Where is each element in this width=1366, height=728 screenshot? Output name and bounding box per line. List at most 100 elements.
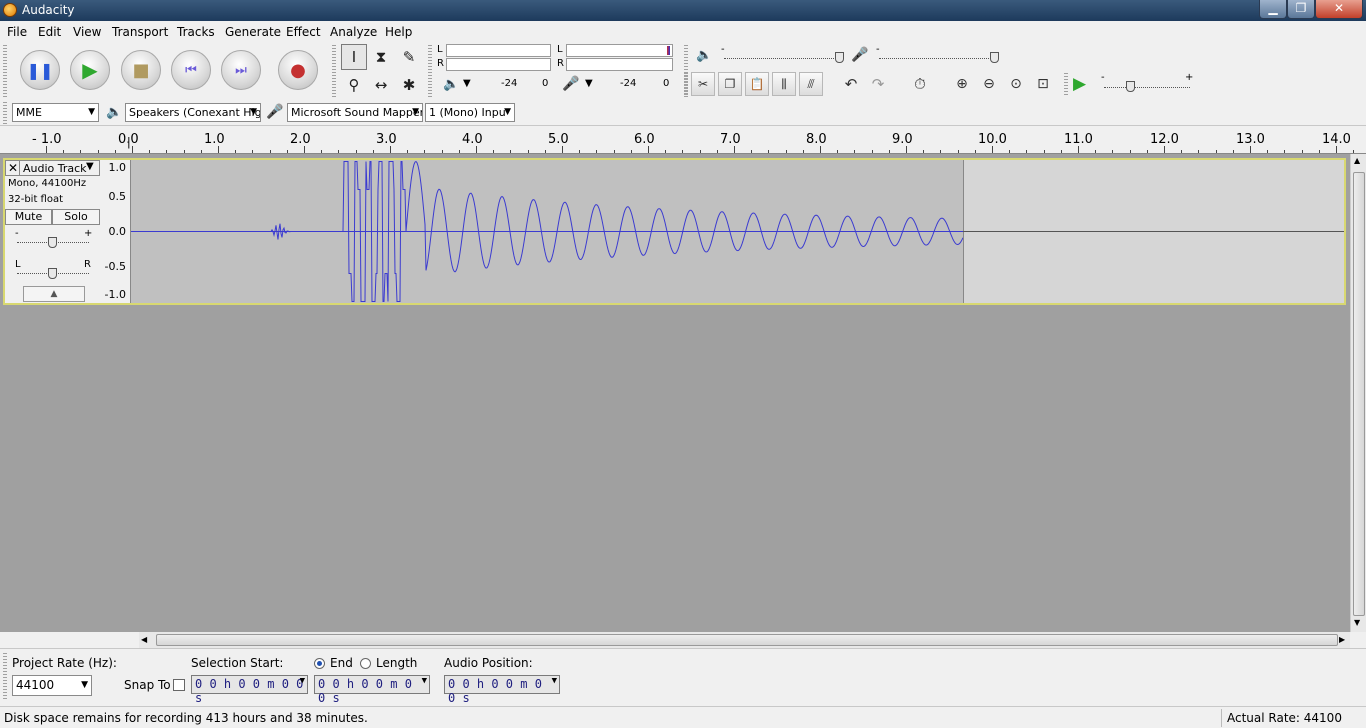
menu-file[interactable]: File	[7, 25, 27, 39]
ruler-minor-tick	[1009, 150, 1011, 153]
ruler-minor-tick	[699, 150, 701, 153]
ruler-minor-tick	[235, 150, 237, 153]
project-rate-select[interactable]: 44100 ▼	[12, 675, 92, 696]
selection-end-time[interactable]: 0 0 h 0 0 m 0 0 s ▼	[314, 675, 430, 705]
solo-button[interactable]: Solo	[52, 209, 100, 225]
end-radio[interactable]	[314, 658, 325, 669]
ruler-minor-tick	[1198, 150, 1200, 153]
chevron-down-icon: ▼	[551, 676, 557, 686]
double-arrow-icon: ↔	[374, 76, 388, 94]
toolbar-grip[interactable]	[684, 73, 688, 97]
menu-analyze[interactable]: Analyze	[330, 25, 377, 39]
selection-tool[interactable]: I	[341, 44, 367, 70]
ruler-minor-tick	[1181, 150, 1183, 153]
play-head-marker-icon[interactable]: ǀ	[127, 135, 131, 149]
timeline-ruler[interactable]: - 1.0 0.0 1.0 2.0 3.0 4.0 5.0 6.0 7.0 8.0 9.0 10.0 1…	[0, 127, 1366, 154]
zoom-tool[interactable]: ⚲	[341, 72, 367, 98]
track-menu-arrow-icon[interactable]: ▼	[86, 161, 94, 172]
envelope-tool[interactable]: ⧗	[368, 44, 394, 70]
minimize-button[interactable]: ▁	[1259, 0, 1287, 19]
input-device-microphone-icon: 🎤	[266, 104, 284, 120]
zoom-in-button[interactable]: ⊕	[950, 72, 974, 96]
paste-button[interactable]: 📋	[745, 72, 769, 96]
fit-project-button[interactable]: ⊡	[1031, 72, 1055, 96]
scroll-left-icon[interactable]: ◀	[141, 635, 147, 644]
draw-tool[interactable]: ✎	[396, 44, 422, 70]
record-button[interactable]: ●	[278, 50, 318, 90]
toolbar-grip[interactable]	[3, 45, 7, 97]
play-button[interactable]: ▶	[70, 50, 110, 90]
undo-button[interactable]: ↶	[839, 72, 863, 96]
ruler-minor-tick	[802, 150, 804, 153]
length-radio[interactable]	[360, 658, 371, 669]
playback-meter-right[interactable]	[446, 58, 551, 71]
toolbar-grip[interactable]	[332, 45, 336, 97]
menu-transport[interactable]: Transport	[112, 25, 168, 39]
menu-help[interactable]: Help	[385, 25, 412, 39]
toolbar-grip[interactable]	[3, 102, 7, 124]
play-speed-slider[interactable]	[1104, 87, 1190, 88]
scroll-right-icon[interactable]: ▶	[1339, 635, 1345, 644]
menu-view[interactable]: View	[73, 25, 101, 39]
record-meter-menu-arrow-icon[interactable]: ▼	[585, 78, 593, 89]
ruler-tick-label: 2.0	[290, 132, 311, 147]
play-at-speed-icon[interactable]: ▶	[1073, 74, 1086, 94]
output-volume-thumb[interactable]	[835, 52, 844, 63]
fit-selection-button[interactable]: ⊙	[1004, 72, 1028, 96]
vertical-scroll-thumb[interactable]	[1353, 172, 1365, 616]
toolbar-grip[interactable]	[1064, 73, 1068, 97]
vertical-scrollbar[interactable]: ▲ ▼	[1350, 154, 1366, 632]
pan-slider-thumb[interactable]	[48, 268, 57, 279]
skip-end-button[interactable]: ⏭	[221, 50, 261, 90]
scroll-up-icon[interactable]: ▲	[1354, 156, 1360, 165]
maximize-button[interactable]: ❐	[1287, 0, 1315, 19]
output-volume-slider[interactable]	[724, 58, 844, 59]
toolbar-grip[interactable]	[428, 45, 432, 97]
ruler-minor-tick	[613, 150, 615, 153]
record-meter-right[interactable]	[566, 58, 673, 71]
trim-button[interactable]: ⫼	[772, 72, 796, 96]
mute-button[interactable]: Mute	[5, 209, 52, 225]
close-button[interactable]: ✕	[1315, 0, 1363, 19]
ruler-major-tick	[476, 146, 477, 153]
horizontal-scroll-thumb[interactable]	[156, 634, 1338, 646]
zoom-out-button[interactable]: ⊖	[977, 72, 1001, 96]
cut-button[interactable]: ✂	[691, 72, 715, 96]
toolbar-grip[interactable]	[3, 653, 7, 701]
time-shift-tool[interactable]: ↔	[368, 72, 394, 98]
selection-toolbar: Project Rate (Hz): 44100 ▼ Snap To Select…	[0, 648, 1366, 706]
audio-position-time[interactable]: 0 0 h 0 0 m 0 0 s ▼	[444, 675, 560, 705]
menu-effect[interactable]: Effect	[286, 25, 321, 39]
input-channels-select[interactable]: 1 (Mono) Inpu ▼	[425, 103, 515, 122]
multi-tool[interactable]: ✱	[396, 72, 422, 98]
horizontal-scrollbar[interactable]: ◀ ▶	[139, 632, 1350, 648]
track-close-icon[interactable]: ✕	[8, 161, 18, 175]
gain-slider-thumb[interactable]	[48, 237, 57, 248]
copy-button[interactable]: ❐	[718, 72, 742, 96]
input-volume-thumb[interactable]	[990, 52, 999, 63]
sync-lock-button[interactable]: ⏱	[908, 72, 932, 96]
silence-button[interactable]: ⫻	[799, 72, 823, 96]
menu-generate[interactable]: Generate	[225, 25, 281, 39]
menu-tracks[interactable]: Tracks	[177, 25, 215, 39]
playback-meter-menu-arrow-icon[interactable]: ▼	[463, 78, 471, 89]
input-volume-slider[interactable]	[879, 58, 999, 59]
redo-button[interactable]: ↷	[866, 72, 890, 96]
vertical-ruler[interactable]: 1.0 0.5 0.0 -0.5 -1.0	[100, 160, 131, 303]
skip-start-button[interactable]: ⏮	[171, 50, 211, 90]
ruler-tick-label: 4.0	[462, 132, 483, 147]
input-device-select[interactable]: Microsoft Sound Mapper ▼	[287, 103, 423, 122]
play-speed-thumb[interactable]	[1126, 81, 1135, 92]
scroll-down-icon[interactable]: ▼	[1354, 618, 1360, 627]
selection-start-time[interactable]: 0 0 h 0 0 m 0 0 s ▼	[191, 675, 308, 705]
audio-host-select[interactable]: MME ▼	[12, 103, 99, 122]
pause-button[interactable]: ❚❚	[20, 50, 60, 90]
snap-to-checkbox[interactable]	[173, 679, 185, 691]
record-meter-left[interactable]	[566, 44, 673, 57]
menu-edit[interactable]: Edit	[38, 25, 61, 39]
track-name-label[interactable]: Audio Track	[23, 162, 87, 175]
collapse-track-button[interactable]: ▲	[23, 286, 85, 302]
playback-meter-left[interactable]	[446, 44, 551, 57]
stop-button[interactable]: ■	[121, 50, 161, 90]
output-device-select[interactable]: Speakers (Conexant Hig ▼	[125, 103, 261, 122]
